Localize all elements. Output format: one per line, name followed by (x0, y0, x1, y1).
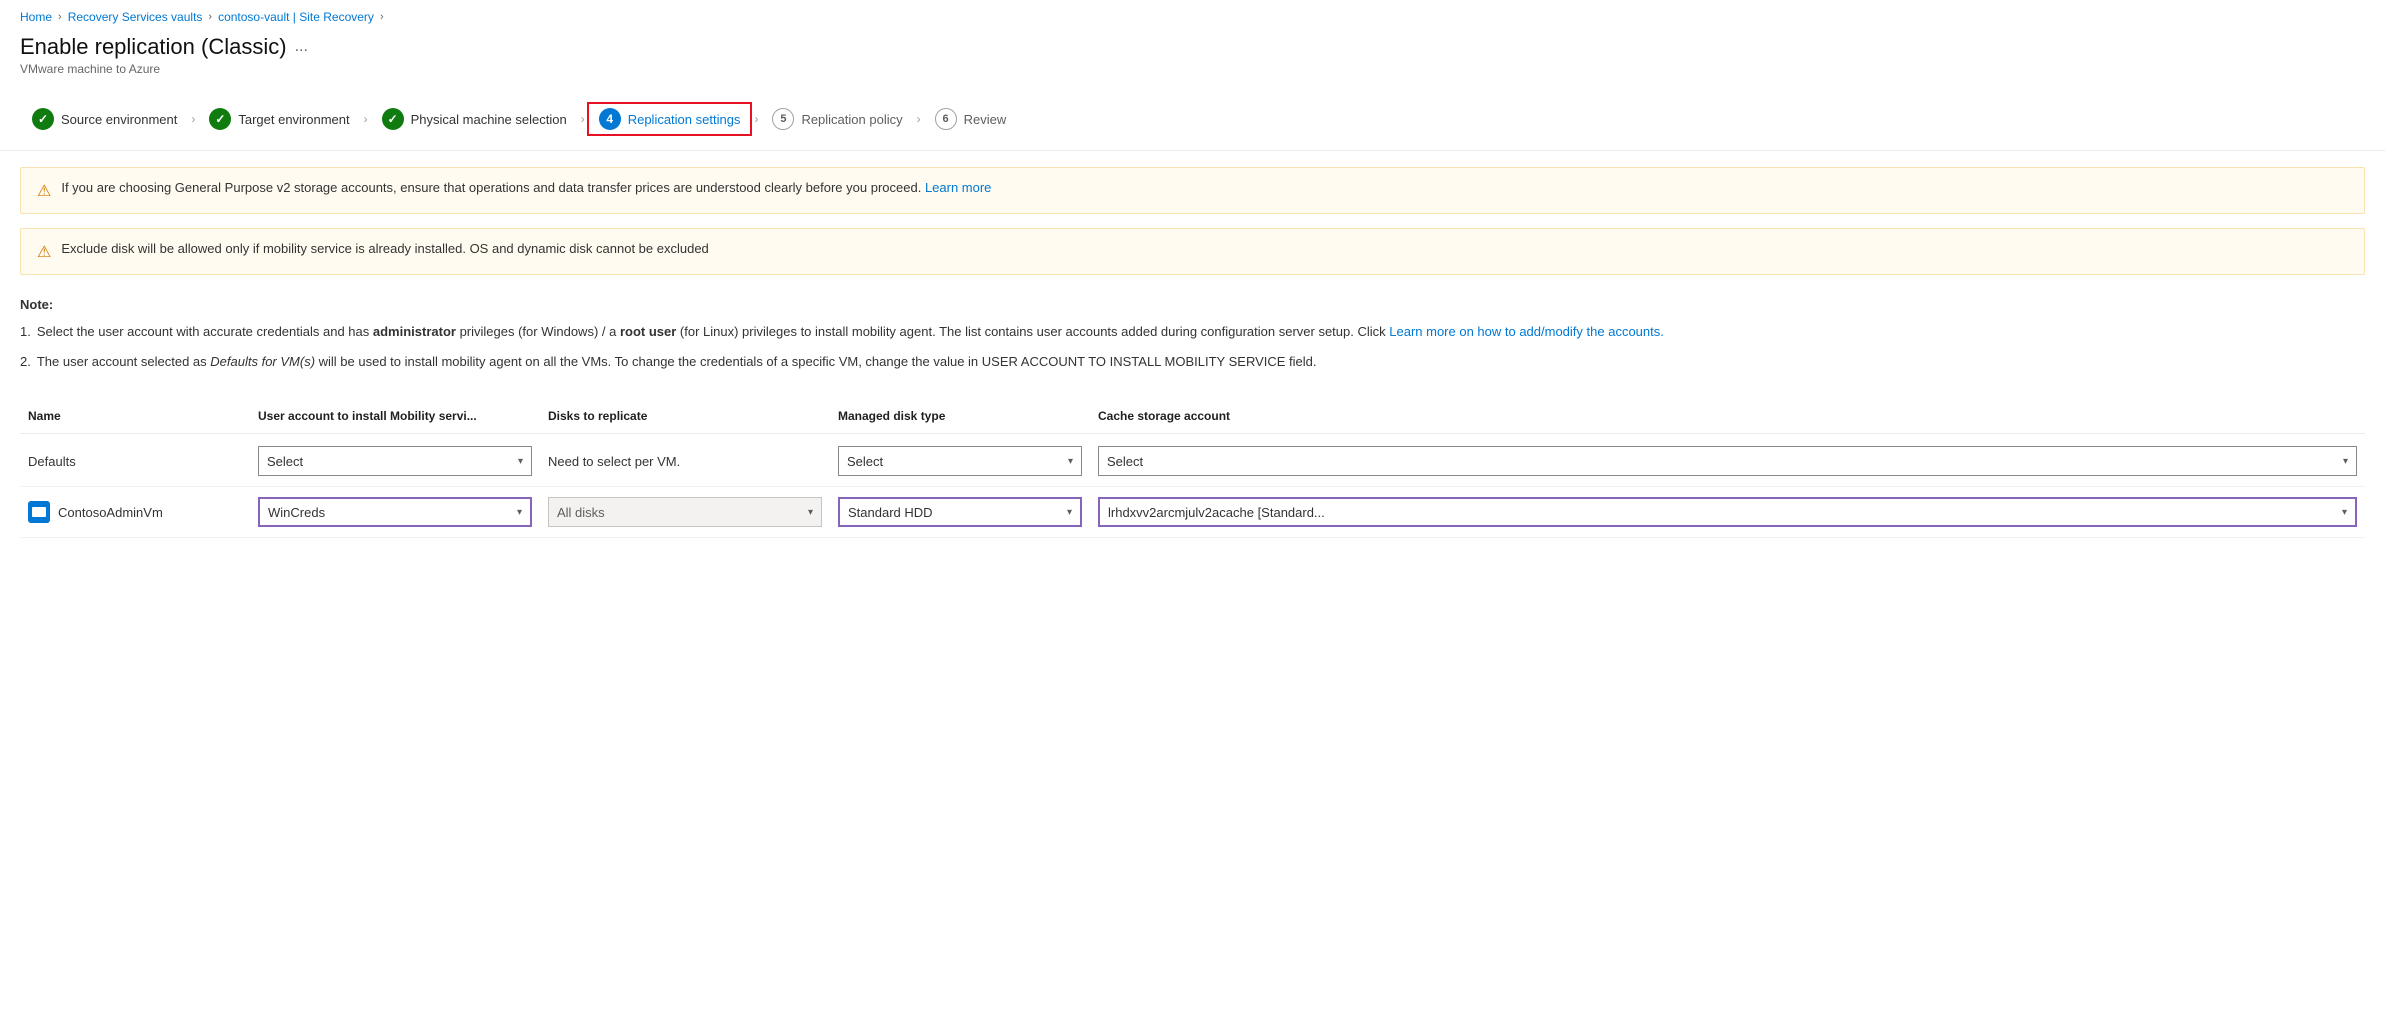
note-text-1: Select the user account with accurate cr… (37, 322, 1664, 342)
table-row-vm: ContosoAdminVm WinCreds ▾ All disks ▾ St… (20, 487, 2365, 538)
col-header-disks: Disks to replicate (540, 405, 830, 427)
alert-warning-icon-2: ⚠ (37, 242, 51, 262)
step-3-icon: ✓ (382, 108, 404, 130)
vm-user-account-value: WinCreds (268, 505, 325, 520)
step-1-icon: ✓ (32, 108, 54, 130)
breadcrumb-recovery-vaults[interactable]: Recovery Services vaults (68, 10, 203, 24)
vm-cache-storage-arrow: ▾ (2342, 507, 2347, 518)
step-review[interactable]: 6 Review (923, 102, 1019, 136)
defaults-name: Defaults (20, 450, 250, 473)
vm-name-container: ContosoAdminVm (28, 501, 242, 523)
page-subtitle: VMware machine to Azure (20, 62, 2365, 76)
table-header-row: Name User account to install Mobility se… (20, 405, 2365, 434)
step-replication-policy[interactable]: 5 Replication policy (760, 102, 914, 136)
table-row-defaults: Defaults Select ▾ Need to select per VM.… (20, 436, 2365, 487)
alert-gp-text: If you are choosing General Purpose v2 s… (61, 180, 991, 195)
step-arrow-4: › (754, 112, 758, 126)
step-source-environment[interactable]: ✓ Source environment (20, 102, 189, 136)
defaults-user-account-dropdown[interactable]: Select ▾ (258, 446, 532, 476)
defaults-cache-storage-value: Select (1107, 454, 1143, 469)
vm-cache-storage-value: lrhdxvv2arcmjulv2acache [Standard... (1108, 505, 1325, 520)
note-item-2: 2. The user account selected as Defaults… (20, 352, 2365, 372)
notes-list: 1. Select the user account with accurate… (20, 322, 2365, 371)
step-physical-machine[interactable]: ✓ Physical machine selection (370, 102, 579, 136)
defaults-disks-text: Need to select per VM. (548, 454, 680, 469)
wizard-steps: ✓ Source environment › ✓ Target environm… (0, 88, 2385, 151)
step-3-label: Physical machine selection (411, 112, 567, 127)
step-5-label: Replication policy (801, 112, 902, 127)
alert-exclude-disk: ⚠ Exclude disk will be allowed only if m… (20, 228, 2365, 275)
main-content: ⚠ If you are choosing General Purpose v2… (0, 151, 2385, 554)
learn-more-accounts-link[interactable]: Learn more on how to add/modify the acco… (1389, 324, 1664, 339)
breadcrumb-site-recovery[interactable]: contoso-vault | Site Recovery (218, 10, 374, 24)
breadcrumb-sep-2: › (208, 11, 212, 23)
vm-disks-cell: All disks ▾ (540, 493, 830, 531)
defaults-user-account-arrow: ▾ (518, 456, 523, 467)
vm-disks-arrow: ▾ (808, 507, 813, 518)
vm-cache-storage-cell: lrhdxvv2arcmjulv2acache [Standard... ▾ (1090, 493, 2365, 531)
vm-managed-disk-value: Standard HDD (848, 505, 933, 520)
col-header-name: Name (20, 405, 250, 427)
step-6-label: Review (964, 112, 1007, 127)
note-text-2: The user account selected as Defaults fo… (37, 352, 1317, 372)
vm-managed-disk-arrow: ▾ (1067, 507, 1072, 518)
alert-gp-storage: ⚠ If you are choosing General Purpose v2… (20, 167, 2365, 214)
step-4-icon: 4 (599, 108, 621, 130)
replication-table: Name User account to install Mobility se… (20, 405, 2365, 538)
step-6-icon: 6 (935, 108, 957, 130)
vm-user-account-arrow: ▾ (517, 507, 522, 518)
page-header: Enable replication (Classic) ... VMware … (0, 30, 2385, 88)
defaults-user-account-value: Select (267, 454, 303, 469)
vm-user-account-dropdown[interactable]: WinCreds ▾ (258, 497, 532, 527)
notes-title: Note: (20, 297, 2365, 312)
defaults-cache-storage-cell: Select ▾ (1090, 442, 2365, 480)
step-arrow-2: › (364, 112, 368, 126)
note-num-1: 1. (20, 322, 31, 342)
defaults-managed-disk-arrow: ▾ (1068, 456, 1073, 467)
step-arrow-1: › (191, 112, 195, 126)
vm-managed-disk-dropdown[interactable]: Standard HDD ▾ (838, 497, 1082, 527)
step-replication-settings[interactable]: 4 Replication settings (587, 102, 753, 136)
defaults-cache-storage-arrow: ▾ (2343, 456, 2348, 467)
page-title-text: Enable replication (Classic) (20, 34, 287, 60)
step-arrow-3: › (581, 112, 585, 126)
defaults-managed-disk-cell: Select ▾ (830, 442, 1090, 480)
step-5-icon: 5 (772, 108, 794, 130)
breadcrumb-sep-3: › (380, 11, 384, 23)
defaults-cache-storage-dropdown[interactable]: Select ▾ (1098, 446, 2357, 476)
defaults-disks-cell: Need to select per VM. (540, 450, 830, 473)
alert-exclude-text: Exclude disk will be allowed only if mob… (61, 241, 708, 256)
vm-name-cell: ContosoAdminVm (20, 497, 250, 527)
step-2-label: Target environment (238, 112, 349, 127)
breadcrumb: Home › Recovery Services vaults › contos… (0, 0, 2385, 30)
vm-disks-dropdown[interactable]: All disks ▾ (548, 497, 822, 527)
alert-warning-icon-1: ⚠ (37, 181, 51, 201)
vm-icon-inner (32, 507, 46, 517)
col-header-cache-storage: Cache storage account (1090, 405, 2365, 427)
col-header-managed-disk: Managed disk type (830, 405, 1090, 427)
vm-icon (28, 501, 50, 523)
col-header-user-account: User account to install Mobility servi..… (250, 405, 540, 427)
ellipsis-button[interactable]: ... (295, 38, 308, 56)
defaults-user-account-cell: Select ▾ (250, 442, 540, 480)
note-item-1: 1. Select the user account with accurate… (20, 322, 2365, 342)
breadcrumb-home[interactable]: Home (20, 10, 52, 24)
vm-name-label: ContosoAdminVm (58, 505, 163, 520)
step-arrow-5: › (917, 112, 921, 126)
step-4-label: Replication settings (628, 112, 741, 127)
alert-learn-more-link-1[interactable]: Learn more (925, 180, 991, 195)
defaults-managed-disk-value: Select (847, 454, 883, 469)
breadcrumb-sep-1: › (58, 11, 62, 23)
step-target-environment[interactable]: ✓ Target environment (197, 102, 361, 136)
vm-managed-disk-cell: Standard HDD ▾ (830, 493, 1090, 531)
vm-user-account-cell: WinCreds ▾ (250, 493, 540, 531)
step-1-label: Source environment (61, 112, 177, 127)
defaults-managed-disk-dropdown[interactable]: Select ▾ (838, 446, 1082, 476)
note-num-2: 2. (20, 352, 31, 372)
notes-section: Note: 1. Select the user account with ac… (20, 289, 2365, 397)
step-2-icon: ✓ (209, 108, 231, 130)
vm-disks-value: All disks (557, 505, 605, 520)
vm-cache-storage-dropdown[interactable]: lrhdxvv2arcmjulv2acache [Standard... ▾ (1098, 497, 2357, 527)
